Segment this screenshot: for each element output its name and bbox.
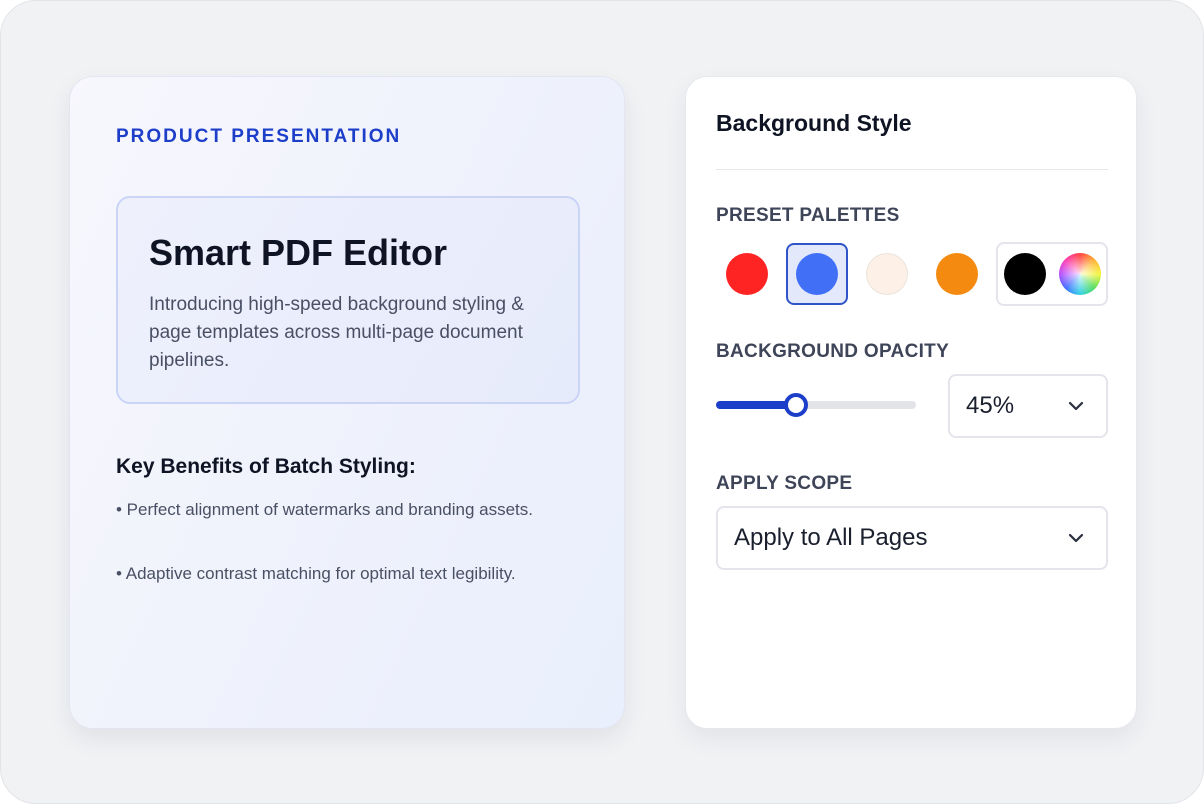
- opacity-value: 45%: [966, 392, 1015, 419]
- slider-thumb[interactable]: [784, 393, 808, 417]
- benefit-item: • Perfect alignment of watermarks and br…: [116, 500, 533, 519]
- app-frame: PRODUCT PRESENTATION Smart PDF Editor In…: [0, 0, 1204, 804]
- swatch-red[interactable]: [716, 243, 778, 305]
- swatch-black[interactable]: [1004, 253, 1046, 295]
- swatch-dot: [796, 253, 838, 295]
- background-style-panel: Background Style PRESET PALETTES BACKGRO…: [685, 76, 1137, 729]
- apply-scope-label: APPLY SCOPE: [716, 473, 853, 494]
- swatch-blue[interactable]: [786, 243, 848, 305]
- swatch-orange[interactable]: [926, 243, 988, 305]
- swatch-dot: [726, 253, 768, 295]
- hero-title: Smart PDF Editor: [149, 232, 448, 273]
- panel-title: Background Style: [716, 110, 912, 136]
- hero-description: Introducing high-speed background stylin…: [149, 294, 524, 371]
- presentation-preview-card: PRODUCT PRESENTATION Smart PDF Editor In…: [69, 76, 625, 729]
- background-opacity-label: BACKGROUND OPACITY: [716, 341, 950, 362]
- swatch-dot: [936, 253, 978, 295]
- benefits-title: Key Benefits of Batch Styling:: [116, 455, 416, 478]
- apply-scope-value: Apply to All Pages: [734, 524, 928, 551]
- benefit-item: • Adaptive contrast matching for optimal…: [116, 564, 516, 583]
- apply-scope-select[interactable]: Apply to All Pages: [716, 506, 1108, 570]
- opacity-slider[interactable]: [716, 393, 916, 417]
- color-wheel-icon[interactable]: [1059, 253, 1101, 295]
- hero-box: Smart PDF Editor Introducing high-speed …: [116, 196, 580, 404]
- swatch-cream[interactable]: [856, 243, 918, 305]
- opacity-select[interactable]: 45%: [948, 374, 1108, 438]
- chevron-down-icon: [1068, 401, 1084, 411]
- custom-color-group: [996, 242, 1108, 306]
- preview-eyebrow: PRODUCT PRESENTATION: [116, 126, 402, 147]
- chevron-down-icon: [1068, 533, 1084, 543]
- panel-divider: [716, 169, 1108, 170]
- preset-palettes-label: PRESET PALETTES: [716, 205, 900, 226]
- swatch-dot: [866, 253, 908, 295]
